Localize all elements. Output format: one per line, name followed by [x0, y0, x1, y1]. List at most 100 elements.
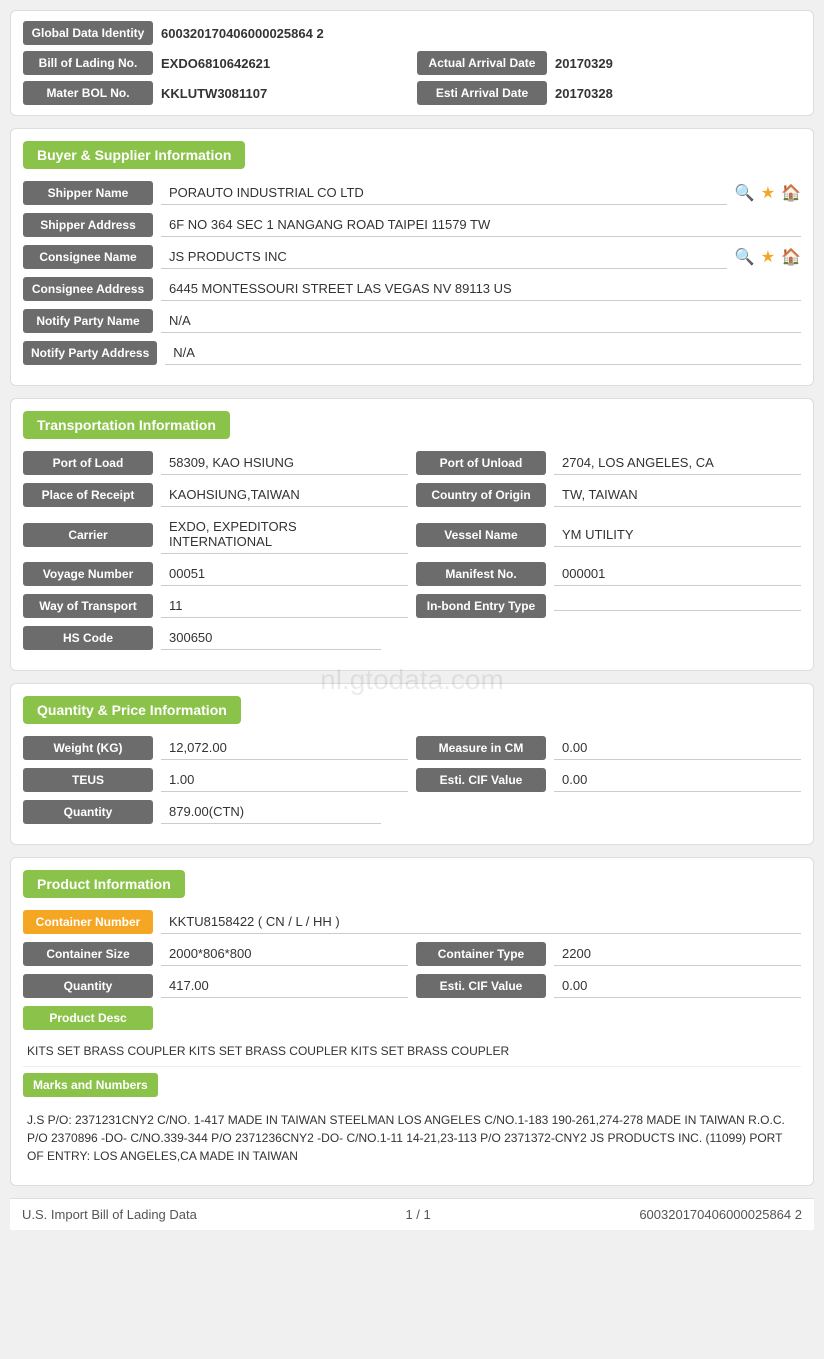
country-of-origin-group: Country of Origin TW, TAIWAN: [416, 483, 801, 507]
consignee-name-label: Consignee Name: [23, 245, 153, 269]
container-size-label: Container Size: [23, 942, 153, 966]
shipper-search-icon[interactable]: 🔍: [735, 183, 755, 203]
manifest-no-value: 000001: [554, 562, 801, 586]
measure-group: Measure in CM 0.00: [416, 736, 801, 760]
port-row: Port of Load 58309, KAO HSIUNG Port of U…: [23, 451, 801, 475]
bill-esti-row: Bill of Lading No. EXDO6810642621 Actual…: [23, 51, 801, 75]
shipper-star-icon[interactable]: ★: [761, 183, 775, 203]
teus-esti-row: TEUS 1.00 Esti. CIF Value 0.00: [23, 768, 801, 792]
notify-party-name-label: Notify Party Name: [23, 309, 153, 333]
global-data-row: Global Data Identity 6003201704060000258…: [23, 21, 801, 45]
global-data-label: Global Data Identity: [23, 21, 153, 45]
product-quantity-group: Quantity 417.00: [23, 974, 408, 998]
carrier-label: Carrier: [23, 523, 153, 547]
receipt-origin-row: Place of Receipt KAOHSIUNG,TAIWAN Countr…: [23, 483, 801, 507]
mater-bol-value: KKLUTW3081107: [153, 82, 407, 105]
consignee-address-row: Consignee Address 6445 MONTESSOURI STREE…: [23, 277, 801, 301]
mater-esti-row: Mater BOL No. KKLUTW3081107 Esti Arrival…: [23, 81, 801, 105]
marks-row: Marks and Numbers: [23, 1073, 801, 1097]
manifest-no-group: Manifest No. 000001: [416, 562, 801, 586]
place-of-receipt-value: KAOHSIUNG,TAIWAN: [161, 483, 408, 507]
identity-card: Global Data Identity 6003201704060000258…: [10, 10, 814, 116]
teus-value: 1.00: [161, 768, 408, 792]
country-of-origin-label: Country of Origin: [416, 483, 546, 507]
bill-of-lading-value: EXDO6810642621: [153, 52, 407, 75]
product-info-card: Product Information Container Number KKT…: [10, 857, 814, 1186]
quantity-price-card: Quantity & Price Information Weight (KG)…: [10, 683, 814, 845]
esti-arrival-group: Esti Arrival Date 20170328: [417, 81, 801, 105]
footer-center: 1 / 1: [405, 1207, 430, 1222]
consignee-name-icons: 🔍 ★ 🏠: [735, 247, 801, 267]
marks-value: J.S P/O: 2371231CNY2 C/NO. 1-417 MADE IN…: [23, 1103, 801, 1173]
product-info-title: Product Information: [23, 870, 185, 898]
consignee-address-value: 6445 MONTESSOURI STREET LAS VEGAS NV 891…: [161, 277, 801, 301]
weight-group: Weight (KG) 12,072.00: [23, 736, 408, 760]
esti-arrival-label: Esti Arrival Date: [417, 81, 547, 105]
voyage-number-value: 00051: [161, 562, 408, 586]
consignee-address-label: Consignee Address: [23, 277, 153, 301]
consignee-name-row: Consignee Name JS PRODUCTS INC 🔍 ★ 🏠: [23, 245, 801, 269]
vessel-name-label: Vessel Name: [416, 523, 546, 547]
product-desc-row: Product Desc: [23, 1006, 801, 1030]
hs-code-value: 300650: [161, 626, 381, 650]
quantity-row: Quantity 879.00(CTN): [23, 800, 801, 824]
hs-code-label: HS Code: [23, 626, 153, 650]
consignee-home-icon[interactable]: 🏠: [781, 247, 801, 267]
consignee-star-icon[interactable]: ★: [761, 247, 775, 267]
container-number-label: Container Number: [23, 910, 153, 934]
vessel-name-value: YM UTILITY: [554, 523, 801, 547]
global-data-value: 600320170406000025864 2: [153, 22, 332, 45]
product-qty-esti-row: Quantity 417.00 Esti. CIF Value 0.00: [23, 974, 801, 998]
carrier-vessel-row: Carrier EXDO, EXPEDITORS INTERNATIONAL V…: [23, 515, 801, 554]
transportation-title: Transportation Information: [23, 411, 230, 439]
shipper-name-value: PORAUTO INDUSTRIAL CO LTD: [161, 181, 727, 205]
shipper-home-icon[interactable]: 🏠: [781, 183, 801, 203]
shipper-address-label: Shipper Address: [23, 213, 153, 237]
inbond-entry-group: In-bond Entry Type: [416, 594, 801, 618]
esti-cif-label: Esti. CIF Value: [416, 768, 546, 792]
product-desc-label: Product Desc: [23, 1006, 153, 1030]
port-of-unload-label: Port of Unload: [416, 451, 546, 475]
way-of-transport-group: Way of Transport 11: [23, 594, 408, 618]
product-esti-cif-label: Esti. CIF Value: [416, 974, 546, 998]
container-size-type-row: Container Size 2000*806*800 Container Ty…: [23, 942, 801, 966]
country-of-origin-value: TW, TAIWAN: [554, 483, 801, 507]
product-esti-cif-group: Esti. CIF Value 0.00: [416, 974, 801, 998]
container-type-label: Container Type: [416, 942, 546, 966]
voyage-number-label: Voyage Number: [23, 562, 153, 586]
buyer-supplier-title: Buyer & Supplier Information: [23, 141, 245, 169]
weight-label: Weight (KG): [23, 736, 153, 760]
place-of-receipt-group: Place of Receipt KAOHSIUNG,TAIWAN: [23, 483, 408, 507]
shipper-name-row: Shipper Name PORAUTO INDUSTRIAL CO LTD 🔍…: [23, 181, 801, 205]
consignee-search-icon[interactable]: 🔍: [735, 247, 755, 267]
footer-right: 600320170406000025864 2: [639, 1207, 802, 1222]
weight-measure-row: Weight (KG) 12,072.00 Measure in CM 0.00: [23, 736, 801, 760]
product-esti-cif-value: 0.00: [554, 974, 801, 998]
bill-of-lading-label: Bill of Lading No.: [23, 51, 153, 75]
page: Global Data Identity 6003201704060000258…: [0, 0, 824, 1359]
notify-party-address-label: Notify Party Address: [23, 341, 157, 365]
measure-value: 0.00: [554, 736, 801, 760]
container-type-group: Container Type 2200: [416, 942, 801, 966]
port-of-load-group: Port of Load 58309, KAO HSIUNG: [23, 451, 408, 475]
shipper-address-value: 6F NO 364 SEC 1 NANGANG ROAD TAIPEI 1157…: [161, 213, 801, 237]
buyer-supplier-card: Buyer & Supplier Information Shipper Nam…: [10, 128, 814, 386]
inbond-entry-value: [554, 602, 801, 611]
quantity-value: 879.00(CTN): [161, 800, 381, 824]
footer-left: U.S. Import Bill of Lading Data: [22, 1207, 197, 1222]
port-of-load-value: 58309, KAO HSIUNG: [161, 451, 408, 475]
mater-bol-label: Mater BOL No.: [23, 81, 153, 105]
manifest-no-label: Manifest No.: [416, 562, 546, 586]
port-of-load-label: Port of Load: [23, 451, 153, 475]
product-quantity-value: 417.00: [161, 974, 408, 998]
carrier-group: Carrier EXDO, EXPEDITORS INTERNATIONAL: [23, 515, 408, 554]
port-of-unload-group: Port of Unload 2704, LOS ANGELES, CA: [416, 451, 801, 475]
shipper-address-row: Shipper Address 6F NO 364 SEC 1 NANGANG …: [23, 213, 801, 237]
carrier-value: EXDO, EXPEDITORS INTERNATIONAL: [161, 515, 408, 554]
way-of-transport-label: Way of Transport: [23, 594, 153, 618]
esti-arrival-value: 20170328: [547, 82, 801, 105]
marks-label: Marks and Numbers: [23, 1073, 158, 1097]
quantity-price-title: Quantity & Price Information: [23, 696, 241, 724]
quantity-label: Quantity: [23, 800, 153, 824]
inbond-entry-label: In-bond Entry Type: [416, 594, 546, 618]
